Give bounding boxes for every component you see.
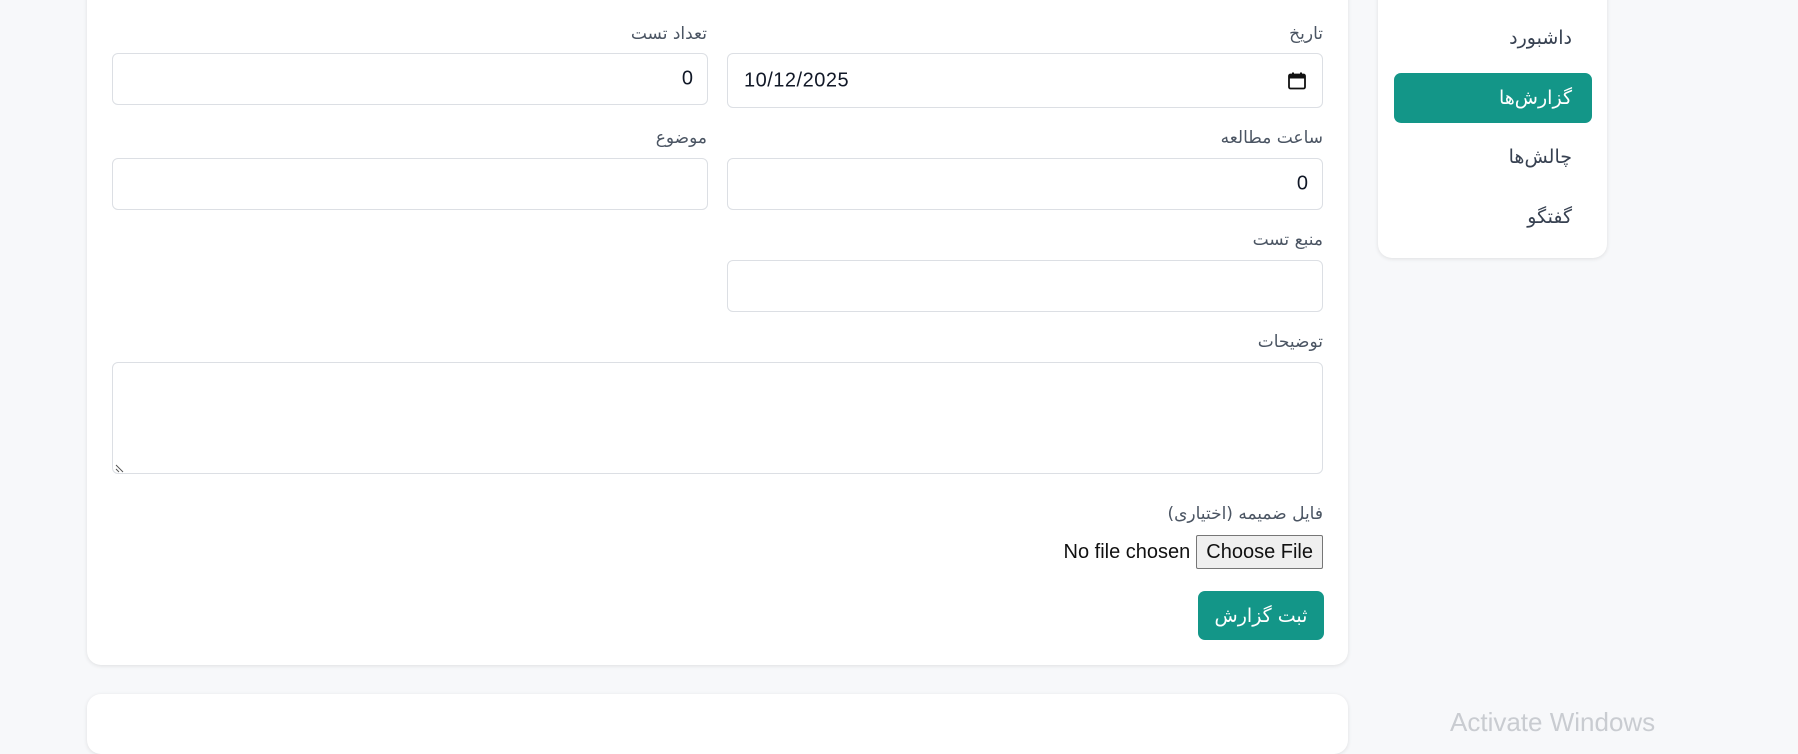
study-hours-value: 0 <box>1296 172 1308 195</box>
file-status: No file chosen <box>1063 540 1191 563</box>
sidebar-item-dashboard[interactable]: داشبورد <box>1394 13 1592 63</box>
activate-windows-watermark: Activate Windows <box>1450 707 1656 737</box>
resize-grip-icon[interactable] <box>115 463 125 473</box>
study-hours-label: ساعت مطالعه <box>1220 128 1323 148</box>
attachment-label: فایل ضمیمه (اختیاری) <box>1167 504 1323 524</box>
test-count-input[interactable]: 0 <box>112 53 708 105</box>
date-label: تاریخ <box>1289 24 1323 44</box>
file-input[interactable]: No file chosen Choose File <box>1064 535 1323 569</box>
date-value: 10/12/2025 <box>744 69 850 91</box>
test-source-input[interactable] <box>727 260 1323 312</box>
description-textarea[interactable] <box>112 362 1323 474</box>
sidebar-item-reports[interactable]: گزارش‌ها <box>1394 73 1592 123</box>
secondary-card <box>87 694 1348 754</box>
study-hours-input[interactable]: 0 <box>727 158 1323 210</box>
subject-input[interactable] <box>112 158 708 210</box>
test-count-value: 0 <box>681 67 693 90</box>
test-source-label: منبع تست <box>1252 230 1323 250</box>
test-count-label: تعداد تست <box>630 24 707 44</box>
date-input[interactable]: 10/12/2025 <box>727 53 1323 108</box>
sidebar-item-challenges[interactable]: چالش‌ها <box>1394 132 1592 182</box>
description-label: توضیحات <box>1257 332 1323 352</box>
calendar-icon[interactable] <box>1288 72 1306 90</box>
submit-report-button[interactable]: ثبت گزارش <box>1198 591 1324 640</box>
subject-label: موضوع <box>655 128 707 148</box>
choose-file-button[interactable]: Choose File <box>1196 535 1323 569</box>
sidebar-item-chat[interactable]: گفتگو <box>1394 192 1592 242</box>
